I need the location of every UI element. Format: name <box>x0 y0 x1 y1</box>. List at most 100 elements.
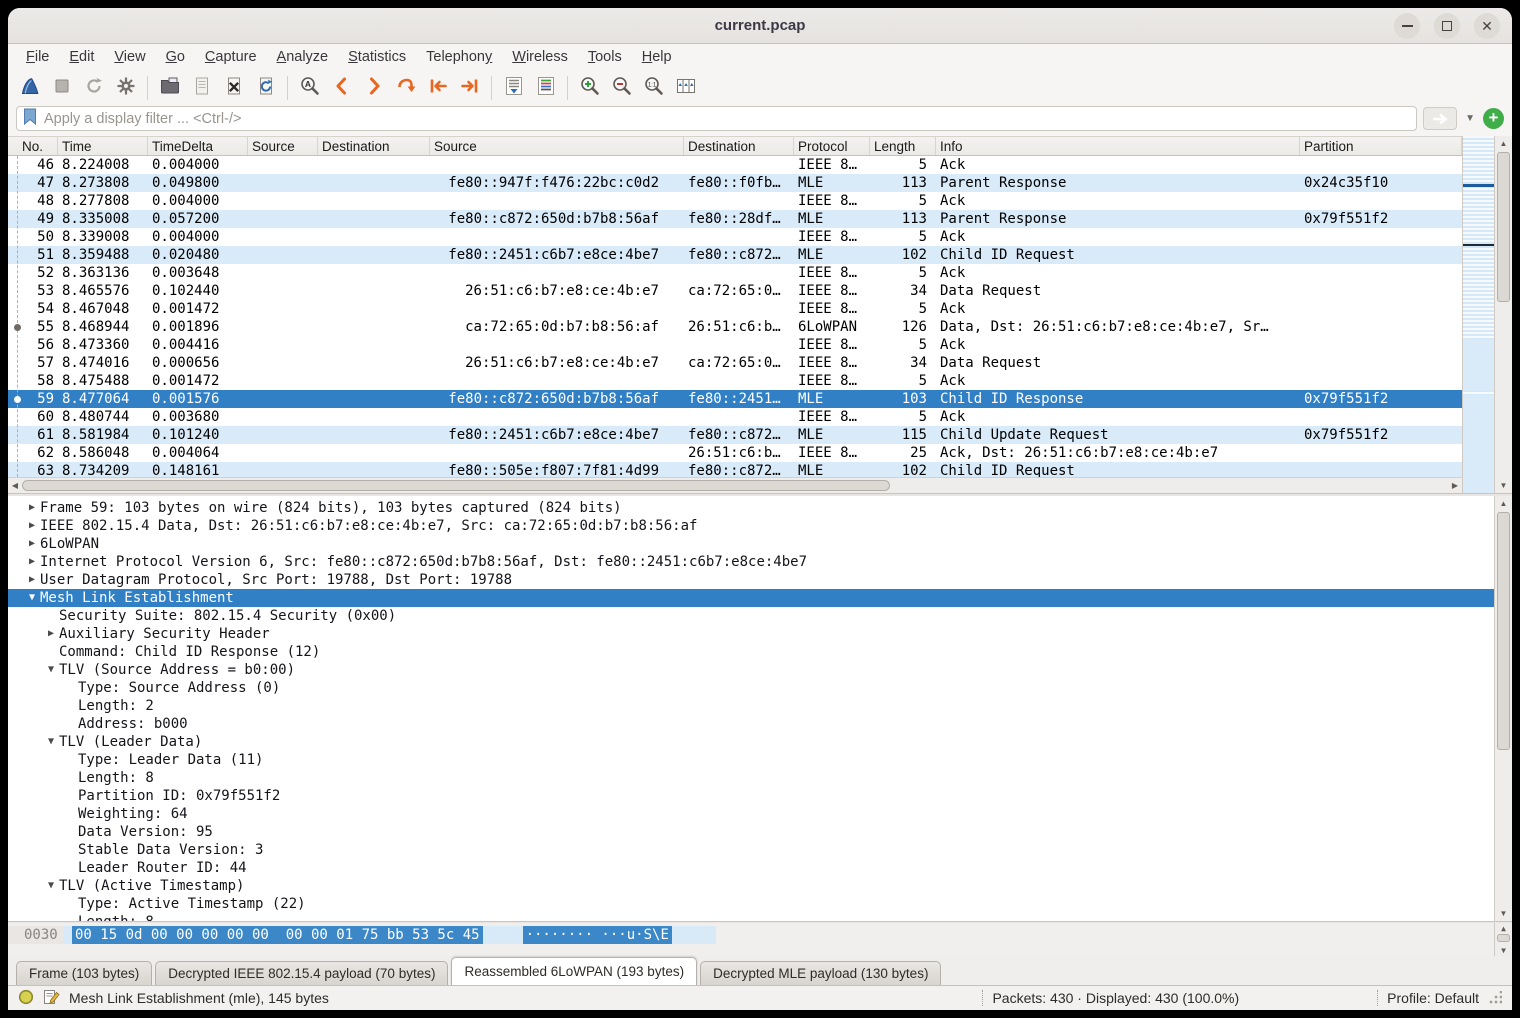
find-packet-button[interactable]: A <box>294 73 325 103</box>
details-scroll-up-arrow[interactable]: ▲ <box>1495 496 1512 511</box>
packet-row-61[interactable]: 618.5819840.101240fe80::2451:c6b7:e8ce:4… <box>8 426 1462 444</box>
detail-row[interactable]: Partition ID: 0x79f551f2 <box>8 787 1494 805</box>
bytes-scroll-down-arrow[interactable]: ▼ <box>1495 945 1512 956</box>
detail-row[interactable]: ▶IEEE 802.15.4 Data, Dst: 26:51:c6:b7:e8… <box>8 517 1494 535</box>
zoom-in-button[interactable] <box>574 73 605 103</box>
expert-info-icon[interactable] <box>18 989 34 1008</box>
packet-list-hscrollbar[interactable]: ◀ ▶ <box>8 477 1462 493</box>
zoom-original-button[interactable]: 1:1 <box>638 73 669 103</box>
filter-dropdown-chevron[interactable]: ▼ <box>1463 113 1477 124</box>
packet-row-54[interactable]: 548.4670480.001472IEEE 8…5Ack <box>8 300 1462 318</box>
restart-capture-button[interactable] <box>78 73 109 103</box>
packet-row-48[interactable]: 488.2778080.004000IEEE 8…5Ack <box>8 192 1462 210</box>
collapse-arrow-icon[interactable]: ▼ <box>43 877 59 895</box>
expand-arrow-icon[interactable]: ▶ <box>43 625 59 643</box>
close-button[interactable]: ✕ <box>1474 13 1500 39</box>
open-file-button[interactable] <box>154 73 185 103</box>
menu-tools[interactable]: Tools <box>578 47 632 67</box>
bytes-scroll-up-arrow[interactable]: ▲ <box>1495 923 1512 934</box>
detail-row[interactable]: ▼TLV (Active Timestamp) <box>8 877 1494 895</box>
expand-arrow-icon[interactable]: ▶ <box>24 571 40 589</box>
detail-row[interactable]: ▶6LoWPAN <box>8 535 1494 553</box>
column-header-proto[interactable]: Protocol <box>794 137 870 155</box>
colorize-packets-button[interactable] <box>530 73 561 103</box>
tab-decrypted-mle-payload-130-bytes[interactable]: Decrypted MLE payload (130 bytes) <box>700 961 941 985</box>
start-capture-button[interactable] <box>14 73 45 103</box>
detail-row[interactable]: Type: Source Address (0) <box>8 679 1494 697</box>
status-profile[interactable]: Profile: Default <box>1387 990 1479 1006</box>
column-header-no[interactable]: No. <box>18 137 58 155</box>
detail-row[interactable]: Length: 8 <box>8 913 1494 921</box>
detail-row[interactable]: ▶User Datagram Protocol, Src Port: 19788… <box>8 571 1494 589</box>
maximize-button[interactable] <box>1434 13 1460 39</box>
tab-frame-103-bytes[interactable]: Frame (103 bytes) <box>16 961 152 985</box>
zoom-out-button[interactable] <box>606 73 637 103</box>
packet-row-53[interactable]: 538.4655760.10244026:51:c6:b7:e8:ce:4b:e… <box>8 282 1462 300</box>
packet-row-60[interactable]: 608.4807440.003680IEEE 8…5Ack <box>8 408 1462 426</box>
menu-go[interactable]: Go <box>156 47 195 67</box>
column-header-part[interactable]: Partition <box>1300 137 1462 155</box>
details-scroll-down-arrow[interactable]: ▼ <box>1495 906 1512 921</box>
intelligent-scrollbar-minimap[interactable] <box>1462 136 1494 493</box>
scroll-up-arrow[interactable]: ▲ <box>1495 136 1512 151</box>
packet-row-49[interactable]: 498.3350080.057200fe80::c872:650d:b7b8:5… <box>8 210 1462 228</box>
detail-row[interactable]: ▼TLV (Source Address = b0:00) <box>8 661 1494 679</box>
detail-row[interactable]: ▶Internet Protocol Version 6, Src: fe80:… <box>8 553 1494 571</box>
expand-arrow-icon[interactable]: ▶ <box>24 499 40 517</box>
save-file-button[interactable] <box>186 73 217 103</box>
hex-bytes-selected[interactable]: 00 15 0d 00 00 00 00 00 00 00 01 75 bb 5… <box>72 926 483 944</box>
bytes-vscrollbar-thumb[interactable] <box>1497 934 1510 942</box>
detail-row[interactable]: Security Suite: 802.15.4 Security (0x00) <box>8 607 1494 625</box>
column-header-info[interactable]: Info <box>936 137 1300 155</box>
packet-row-59[interactable]: 598.4770640.001576fe80::c872:650d:b7b8:5… <box>8 390 1462 408</box>
detail-row[interactable]: Stable Data Version: 3 <box>8 841 1494 859</box>
packet-row-57[interactable]: 578.4740160.00065626:51:c6:b7:e8:ce:4b:e… <box>8 354 1462 372</box>
packet-row-47[interactable]: 478.2738080.049800fe80::947f:f476:22bc:c… <box>8 174 1462 192</box>
menu-edit[interactable]: Edit <box>59 47 104 67</box>
column-header-len[interactable]: Length <box>870 137 936 155</box>
column-header-time[interactable]: Time <box>58 137 148 155</box>
menu-view[interactable]: View <box>104 47 155 67</box>
display-filter-box[interactable] <box>16 106 1417 131</box>
go-to-packet-button[interactable] <box>390 73 421 103</box>
packet-list-vscrollbar[interactable]: ▲ ▼ <box>1494 136 1512 493</box>
menu-capture[interactable]: Capture <box>195 47 267 67</box>
collapse-arrow-icon[interactable]: ▼ <box>43 661 59 679</box>
detail-row[interactable]: Length: 8 <box>8 769 1494 787</box>
menu-statistics[interactable]: Statistics <box>338 47 416 67</box>
expand-arrow-icon[interactable]: ▶ <box>24 553 40 571</box>
go-first-button[interactable] <box>422 73 453 103</box>
packet-row-50[interactable]: 508.3390080.004000IEEE 8…5Ack <box>8 228 1462 246</box>
tab-reassembled-6lowpan-193-bytes[interactable]: Reassembled 6LoWPAN (193 bytes) <box>451 957 697 985</box>
expand-arrow-icon[interactable]: ▶ <box>24 535 40 553</box>
expand-arrow-icon[interactable]: ▶ <box>24 517 40 535</box>
display-filter-input[interactable] <box>44 111 1410 127</box>
menu-telephony[interactable]: Telephony <box>416 47 502 67</box>
column-header-dst1[interactable]: Destination <box>318 137 430 155</box>
detail-row[interactable]: Leader Router ID: 44 <box>8 859 1494 877</box>
scroll-right-arrow[interactable]: ▶ <box>1448 478 1462 493</box>
column-header-src1[interactable]: Source <box>248 137 318 155</box>
resize-grip[interactable] <box>1488 991 1502 1005</box>
detail-row[interactable]: Type: Active Timestamp (22) <box>8 895 1494 913</box>
hscrollbar-thumb[interactable] <box>22 480 890 491</box>
detail-row[interactable]: Type: Leader Data (11) <box>8 751 1494 769</box>
hex-ascii-selected[interactable]: ········ ···u·S\E <box>523 926 672 944</box>
add-filter-button[interactable]: + <box>1483 108 1504 129</box>
capture-options-button[interactable] <box>110 73 141 103</box>
bookmark-icon[interactable] <box>23 108 37 130</box>
scroll-left-arrow[interactable]: ◀ <box>8 478 22 493</box>
packet-row-46[interactable]: 468.2240080.004000IEEE 8…5Ack <box>8 156 1462 174</box>
column-header-delta[interactable]: TimeDelta <box>148 137 248 155</box>
bytes-vscrollbar[interactable]: ▲ ▼ <box>1494 923 1512 956</box>
packet-row-58[interactable]: 588.4754880.001472IEEE 8…5Ack <box>8 372 1462 390</box>
packet-row-62[interactable]: 628.5860480.00406426:51:c6:b…IEEE 8…25Ac… <box>8 444 1462 462</box>
detail-row[interactable]: Weighting: 64 <box>8 805 1494 823</box>
detail-row[interactable]: Command: Child ID Response (12) <box>8 643 1494 661</box>
auto-scroll-button[interactable] <box>498 73 529 103</box>
tab-decrypted-ieee-802-15-4-payload-70-bytes[interactable]: Decrypted IEEE 802.15.4 payload (70 byte… <box>155 961 448 985</box>
packet-row-63[interactable]: 638.7342090.148161fe80::505e:f807:7f81:4… <box>8 462 1462 477</box>
packet-row-56[interactable]: 568.4733600.004416IEEE 8…5Ack <box>8 336 1462 354</box>
detail-row[interactable]: ▶Auxiliary Security Header <box>8 625 1494 643</box>
capture-comment-icon[interactable] <box>43 988 60 1008</box>
